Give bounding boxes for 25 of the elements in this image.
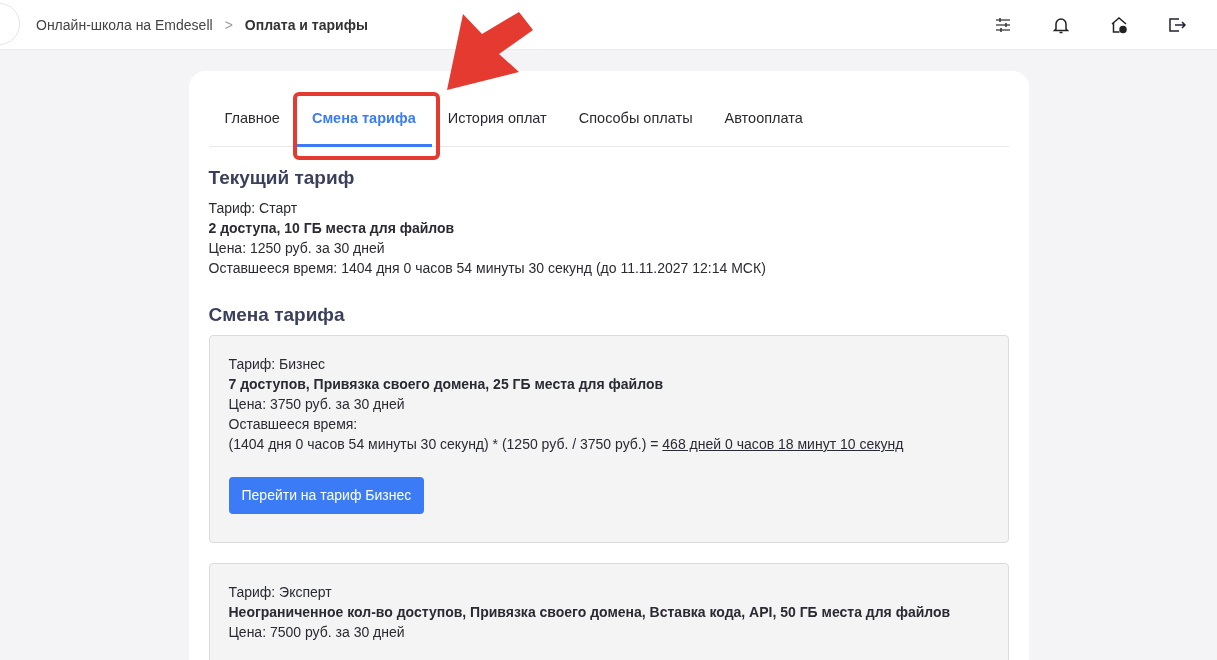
- tab[interactable]: Главное: [208, 95, 296, 147]
- plan-name: Тариф: Эксперт: [228, 583, 333, 602]
- plan-price: Цена: 7500 руб. за 30 дней: [228, 623, 406, 642]
- plan-features: Неограниченное кол-во доступов, Привязка своего домена, Вставка кода, API, 50 ГБ места для файлов: [228, 603, 952, 622]
- plan-price: Цена: 3750 руб. за 30 дней: [228, 395, 406, 414]
- plan-name: Тариф: Бизнес: [228, 355, 327, 374]
- remaining-time-label: Оставшееся время:: [228, 415, 359, 434]
- plan-price: Цена: 1250 руб. за 30 дней: [208, 239, 386, 258]
- tab[interactable]: Смена тарифа: [295, 95, 432, 147]
- remaining-time: Оставшееся время: 1404 дня 0 часов 54 минуты 30 секунд (до 11.11.2027 12:14 МСК): [208, 259, 767, 278]
- section-heading: Текущий тариф: [208, 167, 356, 189]
- remaining-time-formula: (1404 дня 0 часов 54 минуты 30 секунд) * (1250 руб. / 3750 руб.) = 468 дней 0 часов 18 минут 10 секунд: [228, 435, 905, 454]
- breadcrumb-item[interactable]: Онлайн-школа на Emdesell: [36, 16, 213, 33]
- switch-plan-button[interactable]: Перейти на тариф Бизнес: [228, 477, 425, 514]
- tab[interactable]: Способы оплаты: [562, 95, 709, 147]
- plan-features: 2 доступа, 10 ГБ места для файлов: [208, 219, 456, 238]
- breadcrumb-separator: >: [224, 16, 233, 33]
- tab[interactable]: История оплат: [431, 95, 563, 147]
- section-heading: Смена тарифа: [208, 304, 346, 326]
- plan-name: Тариф: Старт: [208, 199, 299, 218]
- breadcrumb-item: Оплата и тарифы: [244, 16, 368, 33]
- tab[interactable]: Автооплата: [708, 95, 819, 147]
- home-icon[interactable]: [1109, 14, 1129, 35]
- remaining-time-result: 468 дней 0 часов 18 минут 10 секунд: [662, 436, 904, 452]
- plan-features: 7 доступов, Привязка своего домена, 25 ГБ места для файлов: [228, 375, 665, 394]
